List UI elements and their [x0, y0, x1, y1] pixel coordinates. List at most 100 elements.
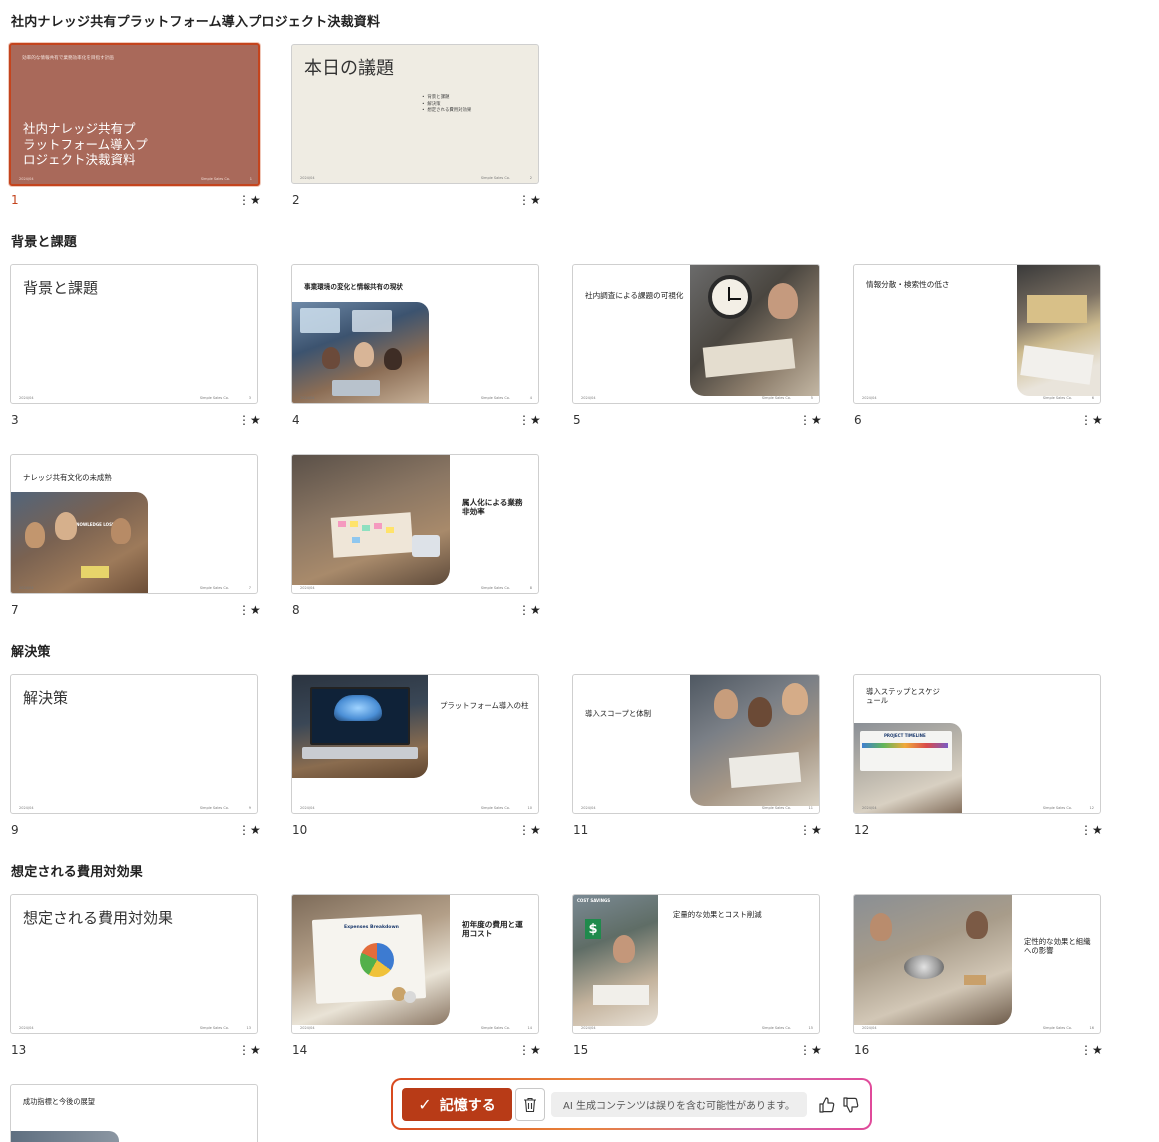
feedback-bar: ✓ 記憶する AI 生成コンテンツは誤りを含む可能性があります。: [391, 1078, 872, 1130]
slide-thumbnail-12[interactable]: 導入ステップとスケジュール PROJECT TIMELINE 2024/04 Si…: [853, 674, 1101, 814]
slide-thumbnail-17[interactable]: 成功指標と今後の展望: [10, 1084, 258, 1142]
slide-number: 3: [11, 413, 19, 427]
presenter-star-icon[interactable]: ⋮★: [238, 193, 261, 207]
slide-number: 2: [292, 193, 300, 207]
slide-thumbnail-16[interactable]: 定性的な効果と組織への影響 2024/04 Simple Sales Co. 16: [853, 894, 1101, 1034]
slide-number: 12: [854, 823, 870, 837]
slide-thumbnail-1[interactable]: 効率的な情報共有で業務効率化を目指す計画 社内ナレッジ共有プ ラットフォーム導入…: [9, 43, 260, 186]
slide-thumbnail-15[interactable]: COST SAVINGS $ 定量的な効果とコスト削減 2024/04 Simpl…: [572, 894, 820, 1034]
slide-number: 5: [573, 413, 581, 427]
slide-title: 成功指標と今後の展望: [23, 1097, 95, 1106]
slide-bullets: • 背景と課題 • 解決策 • 想定される費用対効果: [422, 95, 472, 114]
section-title: 社内ナレッジ共有プラットフォーム導入プロジェクト決裁資料: [11, 15, 381, 30]
slide-thumbnail-8[interactable]: 属人化による業務非効率 2024/04 Simple Sales Co. 8: [291, 454, 539, 594]
slide-thumbnail-7[interactable]: ナレッジ共有文化の未成熟 KNOWLEDGE LOSS 2024/04 Simpl…: [10, 454, 258, 594]
presenter-star-icon[interactable]: ⋮★: [238, 603, 261, 617]
slide-footer: 2024/04 Simple Sales Co. 9: [19, 806, 251, 810]
slide-footer: 2024/04 Simple Sales Co. 7: [19, 586, 251, 590]
slide-footer: 2024/04 Simple Sales Co. 2: [300, 176, 532, 180]
slide-thumbnail-5[interactable]: 社内調査による課題の可視化 2024/04 Simple Sales Co. 5: [572, 264, 820, 404]
slide-thumbnail-2[interactable]: 本日の議題 • 背景と課題 • 解決策 • 想定される費用対効果 2024/04…: [291, 44, 539, 184]
section-title: 解決策: [11, 645, 51, 660]
slide-photo: Expenses Breakdown: [292, 895, 450, 1025]
checkmark-icon: ✓: [418, 1095, 432, 1114]
slide-thumbnail-9[interactable]: 解決策 2024/04 Simple Sales Co. 9: [10, 674, 258, 814]
slide-photo: [292, 302, 429, 403]
slide-title: 初年度の費用と運用コスト: [462, 920, 523, 939]
slide-number: 10: [292, 823, 308, 837]
slide-footer: 2024/04 Simple Sales Co. 15: [581, 1026, 813, 1030]
presenter-star-icon[interactable]: ⋮★: [518, 413, 541, 427]
remember-button[interactable]: ✓ 記憶する: [402, 1088, 512, 1121]
slide-number: 13: [11, 1043, 27, 1057]
thumbs-down-button[interactable]: [841, 1094, 861, 1116]
slide-footer: 2024/04 Simple Sales Co. 6: [862, 396, 1094, 400]
slide-footer: 2024/04 Simple Sales Co. 14: [300, 1026, 532, 1030]
presenter-star-icon[interactable]: ⋮★: [518, 193, 541, 207]
slide-title: 本日の議題: [304, 58, 394, 79]
slide-title: 情報分散・検索性の低さ: [866, 280, 950, 289]
ai-disclaimer: AI 生成コンテンツは誤りを含む可能性があります。: [551, 1092, 807, 1117]
presenter-star-icon[interactable]: ⋮★: [238, 413, 261, 427]
slide-photo: PROJECT TIMELINE: [854, 723, 962, 813]
presenter-star-icon[interactable]: ⋮★: [799, 823, 822, 837]
slide-footer: 2024/04 Simple Sales Co. 1: [19, 177, 252, 181]
slide-title: ナレッジ共有文化の未成熟: [23, 473, 112, 482]
slide-subtitle: 効率的な情報共有で業務効率化を目指す計画: [22, 56, 114, 61]
slide-title: 背景と課題: [23, 279, 99, 297]
presenter-star-icon[interactable]: ⋮★: [238, 823, 261, 837]
slide-thumbnail-4[interactable]: 事業環境の変化と情報共有の現状 2024/04 Simple Sales Co. 4: [291, 264, 539, 404]
presenter-star-icon[interactable]: ⋮★: [518, 823, 541, 837]
presenter-star-icon[interactable]: ⋮★: [799, 413, 822, 427]
trash-icon: [524, 1097, 536, 1112]
slide-photo: [854, 895, 1012, 1025]
slide-number: 15: [573, 1043, 589, 1057]
presenter-star-icon[interactable]: ⋮★: [518, 1043, 541, 1057]
slide-photo: [1017, 265, 1100, 396]
slide-number: 6: [854, 413, 862, 427]
thumbs-up-button[interactable]: [817, 1094, 837, 1116]
slide-number: 9: [11, 823, 19, 837]
slide-number: 11: [573, 823, 589, 837]
slide-thumbnail-13[interactable]: 想定される費用対効果 2024/04 Simple Sales Co. 13: [10, 894, 258, 1034]
slide-photo: [11, 1131, 119, 1142]
slide-number: 14: [292, 1043, 308, 1057]
section-title: 背景と課題: [11, 235, 78, 250]
slide-footer: 2024/04 Simple Sales Co. 3: [19, 396, 251, 400]
slide-footer: 2024/04 Simple Sales Co. 11: [581, 806, 813, 810]
slide-footer: 2024/04 Simple Sales Co. 13: [19, 1026, 251, 1030]
presenter-star-icon[interactable]: ⋮★: [518, 603, 541, 617]
slide-thumbnail-6[interactable]: 情報分散・検索性の低さ 2024/04 Simple Sales Co. 6: [853, 264, 1101, 404]
slide-title: 解決策: [23, 689, 69, 707]
remember-label: 記憶する: [439, 1097, 496, 1114]
slide-title: 導入ステップとスケジュール: [866, 687, 940, 706]
slide-photo: COST SAVINGS $: [573, 895, 658, 1026]
presenter-star-icon[interactable]: ⋮★: [1080, 413, 1103, 427]
presenter-star-icon[interactable]: ⋮★: [1080, 1043, 1103, 1057]
slide-title: 社内ナレッジ共有プ ラットフォーム導入プ ロジェクト決裁資料: [23, 121, 148, 168]
slide-number: 16: [854, 1043, 870, 1057]
presenter-star-icon[interactable]: ⋮★: [1080, 823, 1103, 837]
slide-photo: [690, 265, 819, 396]
slide-number: 1: [11, 193, 19, 207]
section-title: 想定される費用対効果: [11, 865, 144, 880]
slide-photo: [292, 455, 450, 585]
slide-thumbnail-14[interactable]: Expenses Breakdown 初年度の費用と運用コスト 2024/04 S…: [291, 894, 539, 1034]
slide-title: プラットフォーム導入の柱: [440, 701, 529, 710]
presenter-star-icon[interactable]: ⋮★: [238, 1043, 261, 1057]
slide-title: 社内調査による課題の可視化: [585, 291, 684, 300]
slide-number: 7: [11, 603, 19, 617]
presenter-star-icon[interactable]: ⋮★: [799, 1043, 822, 1057]
photo-label: KNOWLEDGE LOSS: [73, 522, 115, 527]
slide-thumbnail-10[interactable]: プラットフォーム導入の柱 2024/04 Simple Sales Co. 10: [291, 674, 539, 814]
slide-number: 4: [292, 413, 300, 427]
photo-label: COST SAVINGS: [577, 898, 611, 903]
slide-footer: 2024/04 Simple Sales Co. 5: [581, 396, 813, 400]
slide-footer: 2024/04 Simple Sales Co. 8: [300, 586, 532, 590]
slide-thumbnail-3[interactable]: 背景と課題 2024/04 Simple Sales Co. 3: [10, 264, 258, 404]
slide-thumbnail-11[interactable]: 導入スコープと体制 2024/04 Simple Sales Co. 11: [572, 674, 820, 814]
slide-title: 想定される費用対効果: [23, 909, 174, 927]
delete-button[interactable]: [515, 1088, 545, 1121]
slide-number: 8: [292, 603, 300, 617]
photo-label: Expenses Breakdown: [344, 925, 399, 930]
